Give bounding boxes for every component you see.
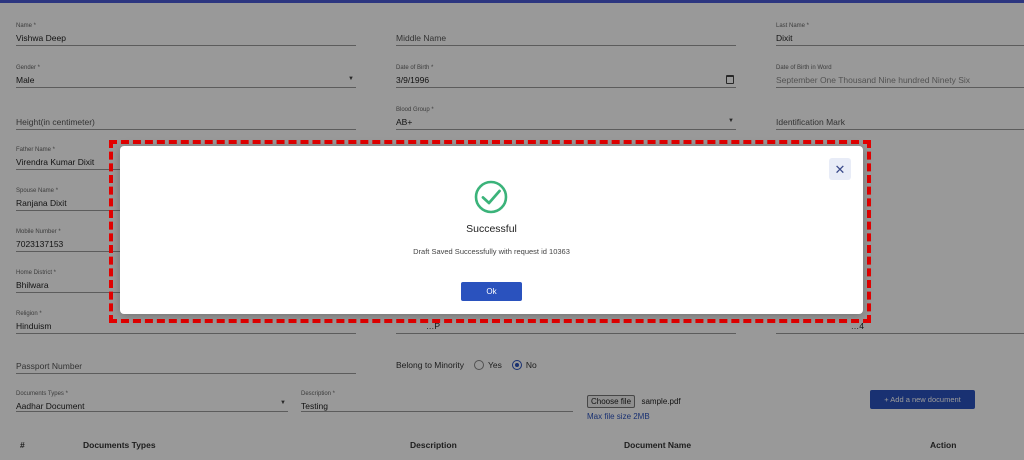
dialog-title: Successful (466, 223, 517, 235)
close-icon: ✕ (834, 161, 846, 177)
dialog-message: Draft Saved Successfully with request id… (413, 247, 570, 256)
success-dialog: ✕ Successful Draft Saved Successfully wi… (120, 146, 863, 314)
ok-button[interactable]: Ok (461, 282, 522, 301)
success-check-icon (474, 180, 508, 214)
close-button[interactable]: ✕ (829, 158, 851, 180)
